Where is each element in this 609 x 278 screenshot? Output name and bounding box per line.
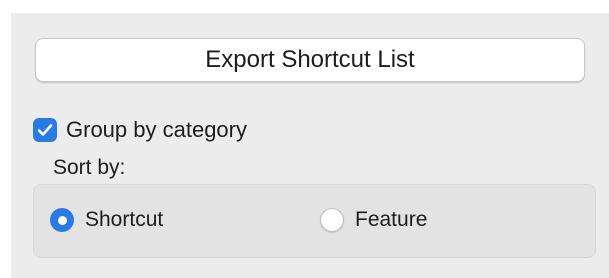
sort-shortcut-radio[interactable]: Shortcut	[50, 205, 163, 235]
settings-panel: Export Shortcut List Group by category S…	[11, 13, 609, 278]
export-shortcut-list-button[interactable]: Export Shortcut List	[35, 38, 585, 82]
sort-feature-label: Feature	[355, 208, 428, 231]
checkmark-icon[interactable]	[33, 118, 57, 142]
group-by-category-label: Group by category	[66, 117, 247, 142]
radio-selected-icon[interactable]	[50, 208, 74, 232]
sort-by-label: Sort by:	[53, 156, 126, 179]
sort-shortcut-label: Shortcut	[85, 208, 164, 231]
export-button-label: Export Shortcut List	[205, 46, 415, 73]
sort-options-group: Shortcut Feature	[33, 184, 596, 258]
sort-feature-radio[interactable]: Feature	[320, 205, 427, 235]
group-by-category-checkbox[interactable]: Group by category	[33, 115, 247, 145]
radio-unselected-icon[interactable]	[320, 208, 344, 232]
